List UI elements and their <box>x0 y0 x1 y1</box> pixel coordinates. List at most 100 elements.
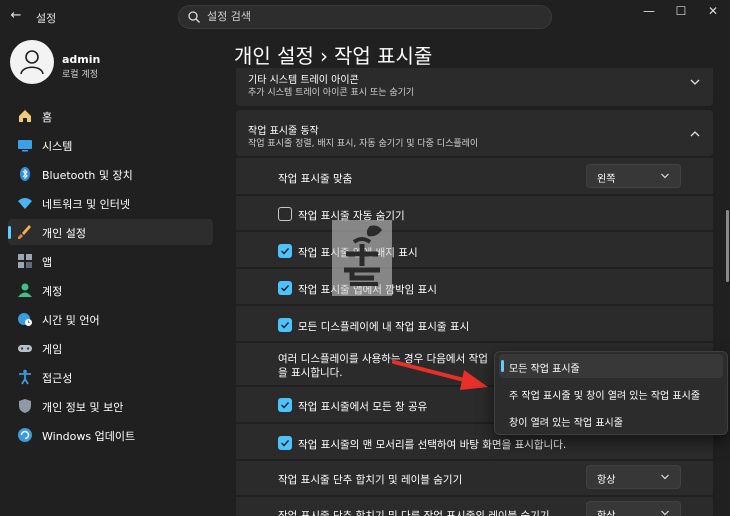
sidebar-item-label: 앱 <box>42 256 53 269</box>
flashing-row: 작업 표시줄 앱에서 깜박임 표시 <box>236 269 713 304</box>
account-icon <box>18 283 32 297</box>
breadcrumb-current: 작업 표시줄 <box>333 44 433 68</box>
share-windows-label: 작업 표시줄에서 모든 창 공유 <box>298 401 428 413</box>
show-desktop-corner-checkbox[interactable] <box>278 436 292 450</box>
bluetooth-icon <box>20 167 30 181</box>
combine-buttons-value: 항상 <box>597 475 616 486</box>
sidebar-item-network[interactable]: 네트워크 및 인터넷 <box>8 190 213 216</box>
checkmark-icon <box>281 285 290 292</box>
share-windows-checkbox[interactable] <box>278 398 292 412</box>
chevron-down-icon[interactable] <box>689 76 701 88</box>
red-arrow-annotation <box>392 360 488 390</box>
checkmark-icon <box>281 440 290 447</box>
sidebar-item-windows-update[interactable]: Windows 업데이트 <box>8 422 213 448</box>
sidebar-nav: 홈 시스템 Bluetooth 및 장치 네트워크 및 인터넷 개인 설정 앱 … <box>8 103 213 451</box>
checkmark-icon <box>281 402 290 409</box>
sidebar-item-accessibility[interactable]: 접근성 <box>8 364 213 390</box>
shield-icon <box>19 399 31 413</box>
apps-icon <box>18 254 32 268</box>
sidebar-item-personalization[interactable]: 개인 설정 <box>8 219 213 245</box>
sidebar-item-privacy-security[interactable]: 개인 정보 및 보안 <box>8 393 213 419</box>
account-type: 로컬 계정 <box>62 70 98 80</box>
checkmark-icon <box>281 322 290 329</box>
gamepad-icon <box>18 345 32 352</box>
globe-clock-icon <box>18 313 32 326</box>
sidebar-item-home[interactable]: 홈 <box>8 103 213 129</box>
sidebar-item-gaming[interactable]: 게임 <box>8 335 213 361</box>
badges-row: 작업 표시줄 앱에 배지 표시 <box>236 232 713 267</box>
maximize-button[interactable]: ☐ <box>666 2 696 20</box>
checkmark-icon <box>281 248 290 255</box>
sidebar-item-time-language[interactable]: 시간 및 언어 <box>8 306 213 332</box>
search-box[interactable] <box>178 5 552 29</box>
show-desktop-corner-label: 작업 표시줄의 맨 모서리를 선택하여 바탕 화면을 표시합니다. <box>298 439 567 451</box>
alignment-value: 왼쪽 <box>597 174 616 185</box>
all-displays-label: 모든 디스플레이에 내 작업 표시줄 표시 <box>298 321 470 333</box>
sidebar-item-label: Windows 업데이트 <box>42 430 136 443</box>
all-displays-row: 모든 디스플레이에 내 작업 표시줄 표시 <box>236 306 713 341</box>
auto-hide-checkbox[interactable] <box>278 207 292 221</box>
close-button[interactable]: ✕ <box>698 2 728 20</box>
combine-buttons-row: 작업 표시줄 단추 합치기 및 레이블 숨기기 항상 <box>236 461 713 495</box>
sidebar-item-label: Bluetooth 및 장치 <box>42 169 133 182</box>
combine-buttons-dropdown[interactable]: 항상 <box>586 465 681 489</box>
minimize-button[interactable]: — <box>634 2 664 20</box>
sidebar-item-label: 계정 <box>42 285 63 298</box>
popup-option-main-and-open[interactable]: 주 작업 표시줄 및 창이 열려 있는 작업 표시줄 <box>499 381 723 405</box>
search-input[interactable] <box>207 6 537 28</box>
breadcrumb-parent[interactable]: 개인 설정 <box>234 44 314 68</box>
accessibility-icon <box>19 369 31 385</box>
flashing-checkbox[interactable] <box>278 281 292 295</box>
combine-other-row: 작업 표시줄 단추 합치기 및 다른 작업 표시줄의 레이블 숨기기 항상 <box>236 497 713 516</box>
behaviors-subtitle: 작업 표시줄 정렬, 배지 표시, 자동 숨기기 및 다중 디스플레이 <box>248 139 479 149</box>
tray-icons-card[interactable]: 기타 시스템 트레이 아이콘 추가 시스템 트레이 아이콘 표시 또는 숨기기 <box>236 68 713 106</box>
scrollbar-thumb[interactable] <box>726 210 729 282</box>
avatar <box>10 40 54 84</box>
popup-option-label: 모든 작업 표시줄 <box>509 364 580 375</box>
leaf-logo-icon <box>344 225 382 286</box>
chevron-down-icon <box>661 173 669 179</box>
multi-display-label-line2: 을 표시합니다. <box>278 367 343 379</box>
sidebar-item-accounts[interactable]: 계정 <box>8 277 213 303</box>
title-bar: ← 설정 — ☐ ✕ <box>0 0 730 34</box>
combine-other-dropdown[interactable]: 항상 <box>586 501 681 516</box>
chevron-down-icon <box>661 474 669 480</box>
search-icon <box>188 11 200 23</box>
sidebar-item-label: 게임 <box>42 343 63 356</box>
combine-other-label: 작업 표시줄 단추 합치기 및 다른 작업 표시줄의 레이블 숨기기 <box>278 510 550 516</box>
popup-option-label: 창이 열려 있는 작업 표시줄 <box>509 418 623 429</box>
system-icon <box>18 140 32 152</box>
taskbar-behaviors-header[interactable]: 작업 표시줄 동작 작업 표시줄 정렬, 배지 표시, 자동 숨기기 및 다중 … <box>236 110 713 156</box>
sidebar-item-label: 개인 설정 <box>42 227 86 240</box>
alignment-row: 작업 표시줄 맞춤 왼쪽 <box>236 158 713 194</box>
alignment-dropdown[interactable]: 왼쪽 <box>586 164 681 188</box>
person-icon <box>20 50 44 75</box>
sidebar-item-label: 시스템 <box>42 140 73 153</box>
sidebar-item-system[interactable]: 시스템 <box>8 132 213 158</box>
tray-icons-title: 기타 시스템 트레이 아이콘 <box>248 75 359 86</box>
popup-option-all-taskbars[interactable]: 모든 작업 표시줄 <box>499 354 723 378</box>
watermark-logo <box>332 220 392 296</box>
settings-content: 기타 시스템 트레이 아이콘 추가 시스템 트레이 아이콘 표시 또는 숨기기 … <box>236 68 713 516</box>
wifi-icon <box>18 198 32 209</box>
behaviors-title: 작업 표시줄 동작 <box>248 126 319 137</box>
chevron-up-icon[interactable] <box>689 128 701 140</box>
auto-hide-row: 작업 표시줄 자동 숨기기 <box>236 196 713 230</box>
sidebar-item-label: 홈 <box>42 111 53 124</box>
sidebar-item-apps[interactable]: 앱 <box>8 248 213 274</box>
sidebar-item-label: 네트워크 및 인터넷 <box>42 198 130 211</box>
sidebar-item-label: 개인 정보 및 보안 <box>42 401 124 414</box>
alignment-label: 작업 표시줄 맞춤 <box>278 173 353 185</box>
chevron-down-icon <box>661 510 669 516</box>
sidebar-item-label: 접근성 <box>42 372 73 385</box>
brush-icon <box>18 225 31 239</box>
badges-checkbox[interactable] <box>278 244 292 258</box>
user-name: admin <box>62 53 101 66</box>
popup-option-open-window[interactable]: 창이 열려 있는 작업 표시줄 <box>499 408 723 432</box>
sidebar-item-bluetooth[interactable]: Bluetooth 및 장치 <box>8 161 213 187</box>
home-icon <box>19 110 31 122</box>
tray-icons-subtitle: 추가 시스템 트레이 아이콘 표시 또는 숨기기 <box>248 88 415 98</box>
update-icon <box>18 428 32 442</box>
back-arrow-icon[interactable]: ← <box>8 8 24 24</box>
all-displays-checkbox[interactable] <box>278 318 292 332</box>
